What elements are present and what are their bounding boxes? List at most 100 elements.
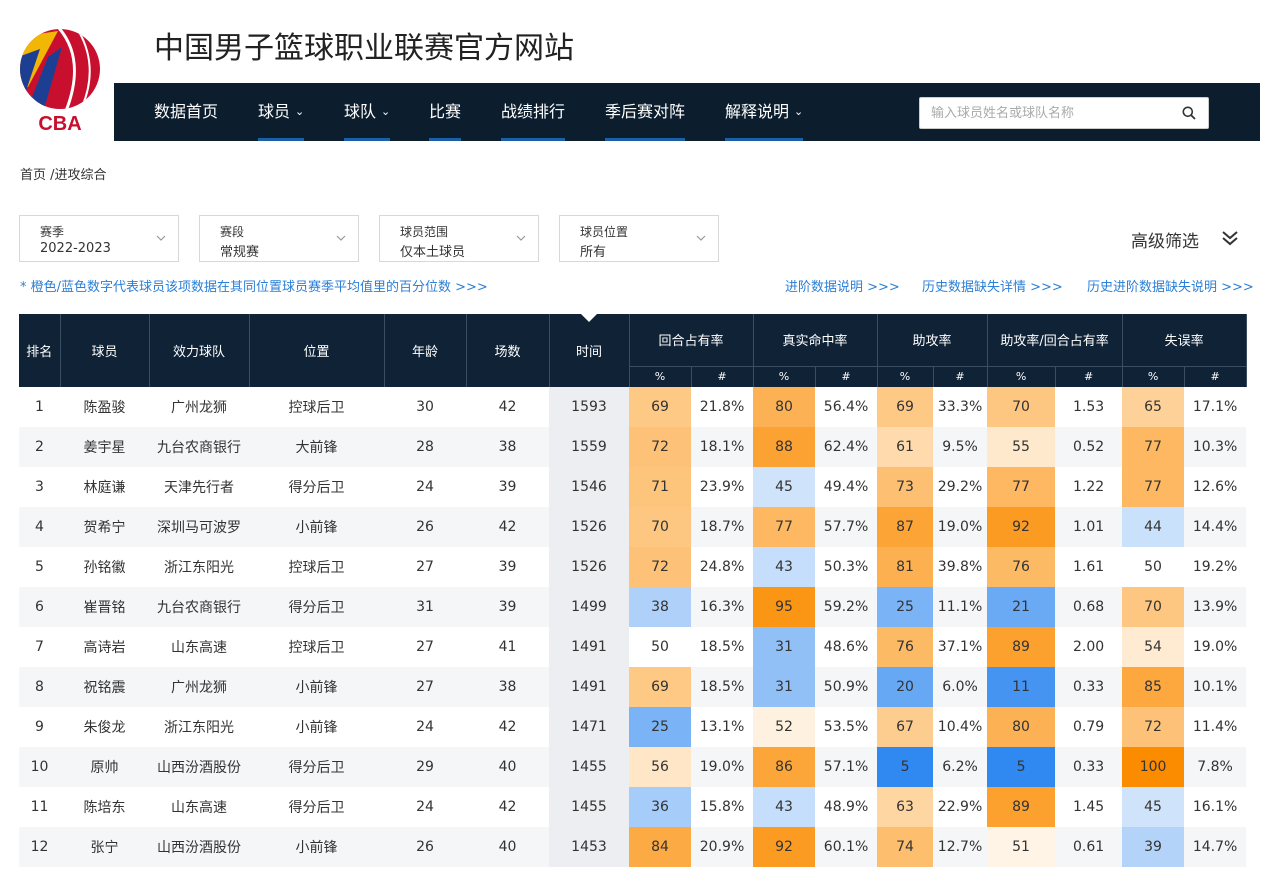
cell-team[interactable]: 浙江东阳光 xyxy=(149,707,249,747)
subcol-pct[interactable]: % xyxy=(753,365,816,387)
cell-value: 29.2% xyxy=(933,467,988,507)
cell-player[interactable]: 陈培东 xyxy=(60,787,149,827)
filter-season[interactable]: 赛季 2022-2023 xyxy=(19,215,179,262)
nav-label: 比赛 xyxy=(429,102,462,121)
cell-player[interactable]: 张宁 xyxy=(60,827,149,867)
cell-team[interactable]: 天津先行者 xyxy=(149,467,249,507)
percentile-note[interactable]: * 橙色/蓝色数字代表球员该项数据在其同位置球员赛季平均值里的百分位数 >>> xyxy=(20,276,488,295)
col-player[interactable]: 球员 xyxy=(60,314,150,387)
cell-player[interactable]: 原帅 xyxy=(60,747,149,787)
nav-item-standings[interactable]: 战绩排行 xyxy=(501,83,566,141)
subcol-pct[interactable]: % xyxy=(1122,365,1185,387)
cell-team[interactable]: 深圳马可波罗 xyxy=(149,507,249,547)
table-row[interactable]: 7 高诗岩 山东高速 控球后卫 27 41 1491 50 18.5% 31 48.6% 76 37.1… xyxy=(19,627,1247,667)
col-group-tov[interactable]: 失误率 xyxy=(1122,314,1247,366)
advanced-filter-button[interactable]: 高级筛选 xyxy=(1131,227,1199,252)
cell-team[interactable]: 广州龙狮 xyxy=(149,667,249,707)
cell-rank: 4 xyxy=(19,507,60,547)
subcol-val[interactable]: # xyxy=(815,365,878,387)
cell-team[interactable]: 山东高速 xyxy=(149,787,249,827)
cell-value: 2.00 xyxy=(1055,627,1123,667)
cell-value: 22.9% xyxy=(933,787,988,827)
cell-player[interactable]: 陈盈骏 xyxy=(60,387,149,427)
table-row[interactable]: 2 姜宇星 九台农商银行 大前锋 28 38 1559 72 18.1% 88 62.4% 61 9.5… xyxy=(19,427,1247,467)
table-row[interactable]: 10 原帅 山西汾酒股份 得分后卫 29 40 1455 56 19.0% 86 57.1% 5 6.2… xyxy=(19,747,1247,787)
cell-player[interactable]: 孙铭徽 xyxy=(60,547,149,587)
cell-percentile: 70 xyxy=(629,507,691,547)
cell-value: 0.79 xyxy=(1055,707,1123,747)
nav-item-playoffs[interactable]: 季后赛对阵 xyxy=(605,83,686,141)
subcol-pct[interactable]: % xyxy=(987,365,1056,387)
cell-player[interactable]: 贺希宁 xyxy=(60,507,149,547)
cell-value: 1.01 xyxy=(1055,507,1123,547)
cell-team[interactable]: 山西汾酒股份 xyxy=(149,827,249,867)
cell-percentile: 85 xyxy=(1122,667,1185,707)
nav-item-teams[interactable]: 球队 ⌄ xyxy=(344,83,391,141)
table-row[interactable]: 12 张宁 山西汾酒股份 小前锋 26 40 1453 84 20.9% 92 60.1% 74 12.… xyxy=(19,827,1247,867)
col-age[interactable]: 年龄 xyxy=(384,314,467,387)
nav-item-data-home[interactable]: 数据首页 xyxy=(154,83,218,141)
nav-item-games[interactable]: 比赛 xyxy=(429,83,462,141)
breadcrumb[interactable]: 首页 /进攻综合 xyxy=(20,164,107,183)
cell-player[interactable]: 祝铭震 xyxy=(60,667,149,707)
cell-team[interactable]: 浙江东阳光 xyxy=(149,547,249,587)
col-group-ts[interactable]: 真实命中率 xyxy=(753,314,878,366)
cell-player[interactable]: 朱俊龙 xyxy=(60,707,149,747)
table-row[interactable]: 5 孙铭徽 浙江东阳光 控球后卫 27 39 1526 72 24.8% 43 50.3% 81 39.… xyxy=(19,547,1247,587)
table-row[interactable]: 4 贺希宁 深圳马可波罗 小前锋 26 42 1526 70 18.7% 77 57.7% 87 19.… xyxy=(19,507,1247,547)
col-group-usage[interactable]: 回合占有率 xyxy=(629,314,754,366)
cell-percentile: 5 xyxy=(877,747,934,787)
col-time[interactable]: 时间 xyxy=(549,314,630,387)
cell-value: 50.9% xyxy=(815,667,878,707)
col-group-ast[interactable]: 助攻率 xyxy=(877,314,988,366)
cell-value: 62.4% xyxy=(815,427,878,467)
filter-position[interactable]: 球员位置 所有 xyxy=(559,215,719,262)
filter-stage[interactable]: 赛段 常规赛 xyxy=(199,215,359,262)
cell-team[interactable]: 九台农商银行 xyxy=(149,427,249,467)
cell-team[interactable]: 九台农商银行 xyxy=(149,587,249,627)
subcol-pct[interactable]: % xyxy=(629,365,692,387)
link-missing-history-details[interactable]: 历史数据缺失详情 >>> xyxy=(922,276,1063,295)
cell-value: 17.1% xyxy=(1184,387,1247,427)
link-advanced-data-explanation[interactable]: 进阶数据说明 >>> xyxy=(785,276,900,295)
table-row[interactable]: 1 陈盈骏 广州龙狮 控球后卫 30 42 1593 69 21.8% 80 56.4% 69 33.3… xyxy=(19,387,1247,427)
subcol-val[interactable]: # xyxy=(1055,365,1123,387)
subcol-val[interactable]: # xyxy=(691,365,754,387)
cell-player[interactable]: 崔晋铭 xyxy=(60,587,149,627)
col-games[interactable]: 场数 xyxy=(466,314,550,387)
cell-team[interactable]: 广州龙狮 xyxy=(149,387,249,427)
cell-player[interactable]: 姜宇星 xyxy=(60,427,149,467)
table-row[interactable]: 11 陈培东 山东高速 得分后卫 24 42 1455 36 15.8% 43 48.9% 63 22.… xyxy=(19,787,1247,827)
cell-team[interactable]: 山西汾酒股份 xyxy=(149,747,249,787)
nav-item-players[interactable]: 球员 ⌄ xyxy=(258,83,305,141)
nav-item-explanation[interactable]: 解释说明 ⌄ xyxy=(725,83,804,141)
table-row[interactable]: 3 林庭谦 天津先行者 得分后卫 24 39 1546 71 23.9% 45 49.4% 73 29.… xyxy=(19,467,1247,507)
nav-label: 解释说明 xyxy=(725,102,790,121)
cell-value: 12.6% xyxy=(1184,467,1247,507)
filter-player-scope[interactable]: 球员范围 仅本土球员 xyxy=(379,215,539,262)
cell-team[interactable]: 山东高速 xyxy=(149,627,249,667)
search-input[interactable] xyxy=(920,98,1175,128)
col-group-ast-usg[interactable]: 助攻率/回合占有率 xyxy=(987,314,1123,366)
cba-logo[interactable]: CBA xyxy=(18,27,102,133)
table-row[interactable]: 6 崔晋铭 九台农商银行 得分后卫 31 39 1499 38 16.3% 95 59.2% 25 11… xyxy=(19,587,1247,627)
cell-player[interactable]: 林庭谦 xyxy=(60,467,149,507)
search-icon[interactable] xyxy=(1182,106,1196,120)
table-row[interactable]: 8 祝铭震 广州龙狮 小前锋 27 38 1491 69 18.5% 31 50.9% 20 6.0% 1… xyxy=(19,667,1247,707)
cell-percentile: 61 xyxy=(877,427,934,467)
cell-value: 6.2% xyxy=(933,747,988,787)
col-position[interactable]: 位置 xyxy=(249,314,385,387)
cell-player[interactable]: 高诗岩 xyxy=(60,627,149,667)
nav-label: 战绩排行 xyxy=(501,102,566,121)
cell-percentile: 67 xyxy=(877,707,934,747)
col-rank[interactable]: 排名 xyxy=(19,314,61,387)
col-team[interactable]: 效力球队 xyxy=(149,314,250,387)
link-missing-advanced-history[interactable]: 历史进阶数据缺失说明 >>> xyxy=(1087,276,1254,295)
subcol-pct[interactable]: % xyxy=(877,365,934,387)
cell-percentile: 80 xyxy=(987,707,1056,747)
table-row[interactable]: 9 朱俊龙 浙江东阳光 小前锋 24 42 1471 25 13.1% 52 53.5% 67 10.4… xyxy=(19,707,1247,747)
double-chevron-down-icon[interactable] xyxy=(1221,230,1239,246)
subcol-val[interactable]: # xyxy=(1184,365,1247,387)
subcol-val[interactable]: # xyxy=(933,365,988,387)
cell-percentile: 76 xyxy=(877,627,934,667)
